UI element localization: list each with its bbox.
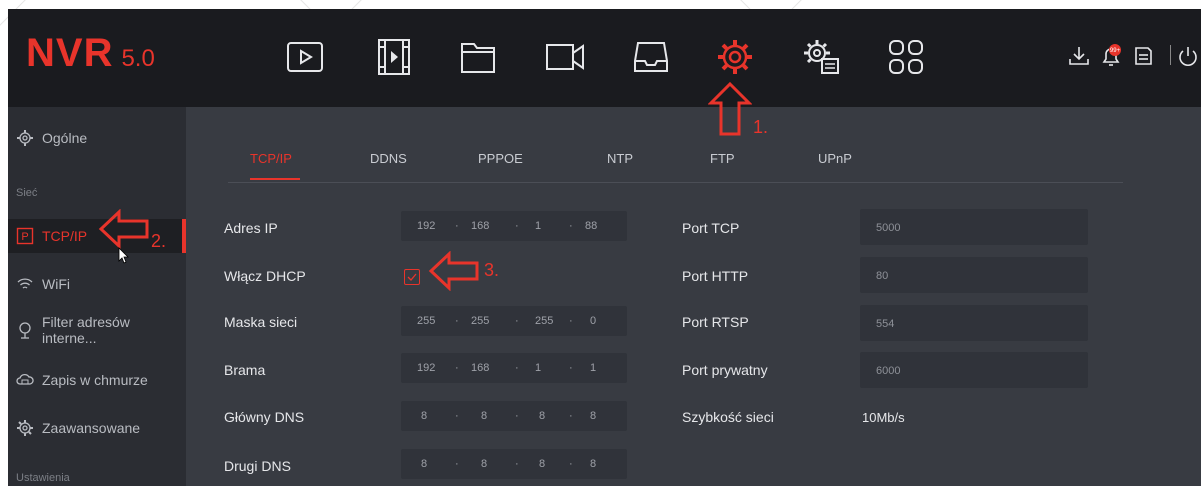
sidebar-item-label: Ogólne: [42, 130, 88, 146]
sidebar-item-label: TCP/IP: [42, 228, 88, 244]
port-private-label: Port prywatny: [682, 362, 768, 378]
annotation-arrow-3: [428, 251, 479, 291]
sidebar-item-label: WiFi: [42, 276, 70, 292]
sidebar-item-label: Zaawansowane: [42, 420, 141, 436]
ip-address-label: Adres IP: [224, 220, 278, 236]
camera-icon[interactable]: [543, 35, 587, 79]
annotation-arrow-1: [708, 81, 752, 136]
sidebar-item-advanced[interactable]: Zaawansowane: [8, 411, 186, 445]
sidebar-item-general[interactable]: Ogólne: [8, 121, 186, 155]
port-http-field[interactable]: 80: [860, 257, 1088, 293]
tabs-divider: [228, 182, 1123, 183]
storage-icon[interactable]: [629, 35, 673, 79]
tab-ddns[interactable]: DDNS: [370, 151, 407, 166]
sidebar-item-cloud[interactable]: Zapis w chmurze: [8, 363, 186, 397]
alarm-badge: 99+: [1110, 48, 1121, 54]
playback-icon[interactable]: [372, 35, 416, 79]
folder-icon[interactable]: [456, 35, 500, 79]
filter-pin-icon: [16, 321, 34, 339]
settings-gear-icon[interactable]: [713, 35, 757, 79]
system-settings-icon[interactable]: [800, 35, 844, 79]
general-gear-icon: [16, 129, 34, 147]
settings-sidebar: Ogólne Sieć P TCP/IP WiFi Filter adresów…: [8, 107, 186, 486]
gateway-field[interactable]: 192 · 168 · 1 · 1: [401, 353, 627, 383]
apps-grid-icon[interactable]: [884, 35, 928, 79]
annotation-step-1: 1.: [753, 117, 769, 137]
port-rtsp-field[interactable]: 554: [860, 305, 1088, 341]
advanced-gear-icon: [16, 419, 34, 437]
port-tcp-label: Port TCP: [682, 220, 740, 236]
annotation-step-3: 3.: [484, 260, 500, 280]
dhcp-label: Włącz DHCP: [224, 268, 306, 284]
port-tcp-field[interactable]: 5000: [860, 209, 1088, 245]
annotation-arrow-2: [98, 209, 149, 249]
backup-icon[interactable]: [1130, 43, 1156, 69]
secondary-dns-label: Drugi DNS: [224, 458, 291, 474]
top-toolbar: NVR 5.0 99+: [8, 9, 1201, 107]
sidebar-section-settings: Ustawienia: [16, 472, 70, 484]
subnet-mask-field[interactable]: 255 · 255 · 255 · 0: [401, 306, 627, 336]
cloud-icon: [16, 371, 34, 389]
svg-text:P: P: [21, 231, 28, 243]
network-speed-label: Szybkość sieci: [682, 409, 774, 425]
port-private-field[interactable]: 6000: [860, 352, 1088, 388]
sidebar-item-wifi[interactable]: WiFi: [8, 267, 186, 301]
port-rtsp-label: Port RTSP: [682, 314, 749, 330]
logo-version: 5.0: [121, 45, 155, 72]
sidebar-section-network: Sieć: [16, 187, 38, 199]
sidebar-item-label: Zapis w chmurze: [42, 372, 148, 388]
app-logo: NVR 5.0: [26, 31, 155, 81]
network-p-icon: P: [16, 227, 34, 245]
logo-text: NVR: [26, 31, 114, 75]
sidebar-item-label: Filter adresów interne...: [42, 314, 130, 346]
subnet-mask-label: Maska sieci: [224, 314, 298, 330]
tab-upnp[interactable]: UPnP: [818, 151, 852, 166]
annotation-step-2: 2.: [151, 231, 167, 251]
live-view-icon[interactable]: [283, 35, 327, 79]
network-speed-value: 10Mb/s: [862, 410, 905, 425]
mouse-cursor-icon: [118, 247, 129, 264]
wifi-icon: [16, 275, 34, 293]
sidebar-item-ip-filter[interactable]: Filter adresów interne...: [8, 313, 186, 347]
gateway-label: Brama: [224, 362, 266, 378]
alarm-icon[interactable]: 99+: [1098, 43, 1124, 69]
dhcp-checkbox[interactable]: [404, 269, 420, 285]
tab-ftp[interactable]: FTP: [710, 151, 735, 166]
power-icon[interactable]: [1175, 43, 1201, 69]
ip-address-field[interactable]: 192 · 168 · 1 · 88: [401, 211, 627, 241]
toolbar-separator: [1170, 45, 1171, 65]
primary-dns-field[interactable]: 8 · 8 · 8 · 8: [401, 401, 627, 431]
primary-dns-label: Główny DNS: [224, 409, 305, 425]
download-icon[interactable]: [1066, 43, 1092, 69]
active-tab-underline: [250, 178, 300, 180]
tab-ntp[interactable]: NTP: [607, 151, 633, 166]
tcpip-settings-panel: TCP/IP DDNS PPPOE NTP FTP UPnP Adres IP …: [186, 107, 1201, 486]
nvr-window: NVR 5.0 99+ Ogólne Sieć P TCP/IP WiFi Fi…: [8, 9, 1201, 486]
tab-pppoe[interactable]: PPPOE: [478, 151, 523, 166]
tab-tcpip[interactable]: TCP/IP: [250, 151, 292, 166]
port-http-label: Port HTTP: [682, 268, 749, 284]
secondary-dns-field[interactable]: 8 · 8 · 8 · 8: [401, 449, 627, 479]
